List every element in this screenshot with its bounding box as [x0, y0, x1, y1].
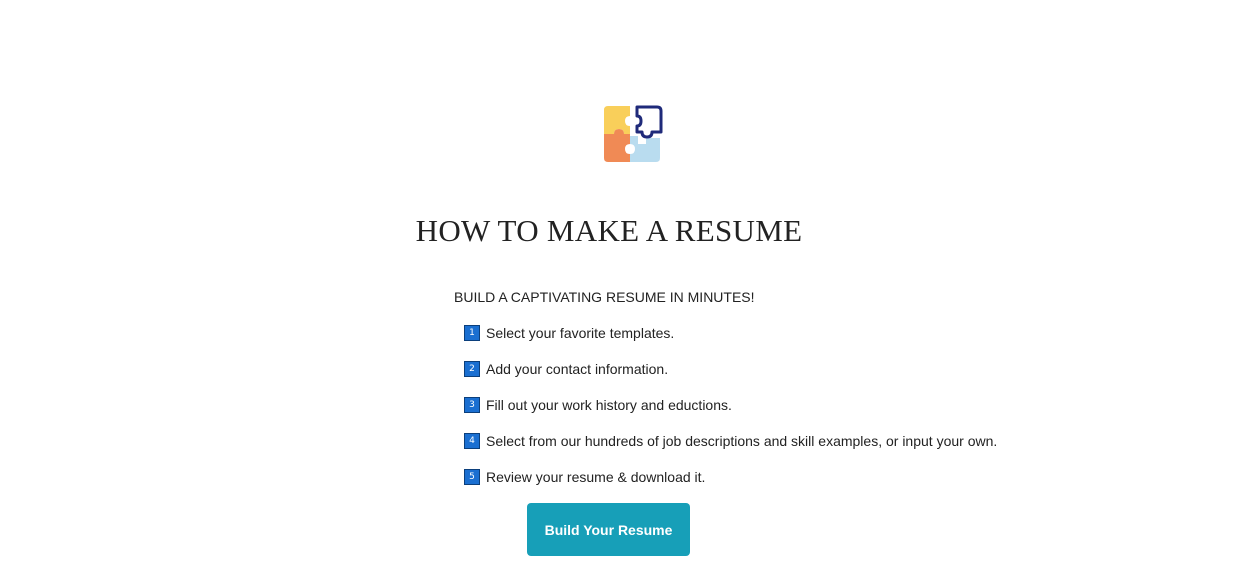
puzzle-pieces-icon [600, 102, 664, 166]
step-item-2: 2 Add your contact information. [464, 360, 997, 378]
step-text: Select your favorite templates. [486, 325, 675, 341]
number-1-icon: 1 [464, 325, 480, 341]
page-title: HOW TO MAKE A RESUME [415, 213, 803, 248]
step-item-4: 4 Select from our hundreds of job descri… [464, 432, 997, 450]
step-text: Review your resume & download it. [486, 469, 706, 485]
step-item-5: 5 Review your resume & download it. [464, 468, 997, 486]
number-4-icon: 4 [464, 433, 480, 449]
step-text: Fill out your work history and eductions… [486, 397, 732, 413]
steps-list: 1 Select your favorite templates. 2 Add … [464, 324, 997, 504]
subtitle: BUILD A CAPTIVATING RESUME IN MINUTES! [454, 289, 755, 305]
step-text: Select from our hundreds of job descript… [486, 433, 998, 449]
number-3-icon: 3 [464, 397, 480, 413]
build-resume-button[interactable]: Build Your Resume [527, 503, 690, 556]
step-item-1: 1 Select your favorite templates. [464, 324, 997, 342]
number-5-icon: 5 [464, 469, 480, 485]
number-2-icon: 2 [464, 361, 480, 377]
step-item-3: 3 Fill out your work history and eductio… [464, 396, 997, 414]
step-text: Add your contact information. [486, 361, 669, 377]
